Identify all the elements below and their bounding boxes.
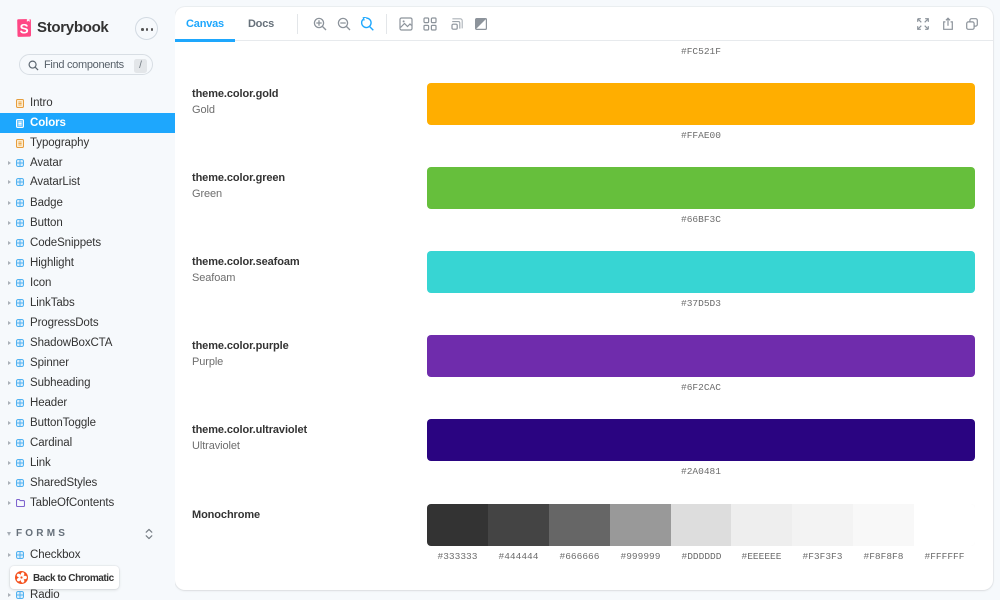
svg-text:S: S: [20, 21, 29, 36]
